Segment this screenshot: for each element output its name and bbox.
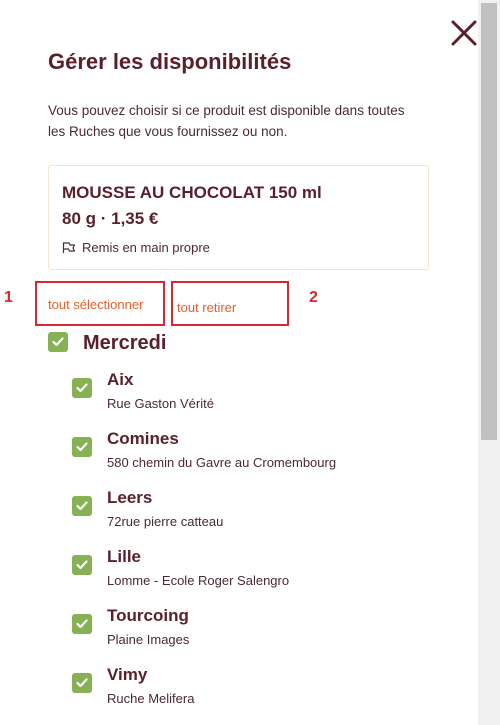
- hive-checkbox-leers[interactable]: [72, 496, 92, 516]
- select-all-link[interactable]: tout sélectionner: [48, 297, 143, 312]
- hive-checkbox-tourcoing[interactable]: [72, 614, 92, 634]
- product-name: MOUSSE AU CHOCOLAT 150 ml: [62, 183, 322, 202]
- hive-address: 580 chemin du Gavre au Cromembourg: [107, 455, 337, 470]
- hive-address: Plaine Images: [107, 632, 190, 647]
- delivery-info: Remis en main propre: [62, 240, 210, 255]
- annotation-number: 1: [4, 289, 13, 306]
- flag-icon: [62, 241, 76, 253]
- check-icon: [76, 678, 88, 688]
- product-card: MOUSSE AU CHOCOLAT 150 ml 80 g · 1,35 € …: [48, 165, 429, 270]
- hive-name: Tourcoing: [107, 606, 189, 625]
- remove-all-link[interactable]: tout retirer: [177, 300, 236, 315]
- delivery-label: Remis en main propre: [82, 240, 210, 255]
- day-label: Mercredi: [83, 332, 167, 354]
- hive-address: Ruche Melifera: [107, 691, 195, 706]
- hive-name: Leers: [107, 488, 153, 507]
- close-icon[interactable]: [449, 18, 479, 48]
- page-title: Gérer les disponibilités: [48, 49, 292, 74]
- scrollbar-thumb[interactable]: [481, 3, 497, 440]
- availability-panel: Gérer les disponibilités Vous pouvez cho…: [0, 0, 478, 725]
- check-icon: [52, 337, 64, 347]
- hive-name: Lille: [107, 547, 142, 566]
- check-icon: [76, 619, 88, 629]
- check-icon: [76, 383, 88, 393]
- hive-address: Rue Gaston Vérité: [107, 396, 214, 411]
- hive-address: Lomme - Ecole Roger Salengro: [107, 573, 290, 588]
- hive-name: Aix: [107, 370, 134, 389]
- product-price: 80 g · 1,35 €: [62, 209, 159, 228]
- hive-name: Comines: [107, 429, 179, 448]
- check-icon: [76, 560, 88, 570]
- annotation-number: 2: [309, 289, 318, 306]
- check-icon: [76, 501, 88, 511]
- hive-checkbox-aix[interactable]: [72, 378, 92, 398]
- description-text: Vous pouvez choisir si ce produit est di…: [48, 103, 405, 139]
- hive-checkbox-comines[interactable]: [72, 437, 92, 457]
- hive-checkbox-lille[interactable]: [72, 555, 92, 575]
- check-icon: [76, 442, 88, 452]
- hive-checkbox-vimy[interactable]: [72, 673, 92, 693]
- hive-address: 72rue pierre catteau: [107, 514, 224, 529]
- day-checkbox[interactable]: [48, 332, 68, 352]
- hive-name: Vimy: [107, 665, 148, 684]
